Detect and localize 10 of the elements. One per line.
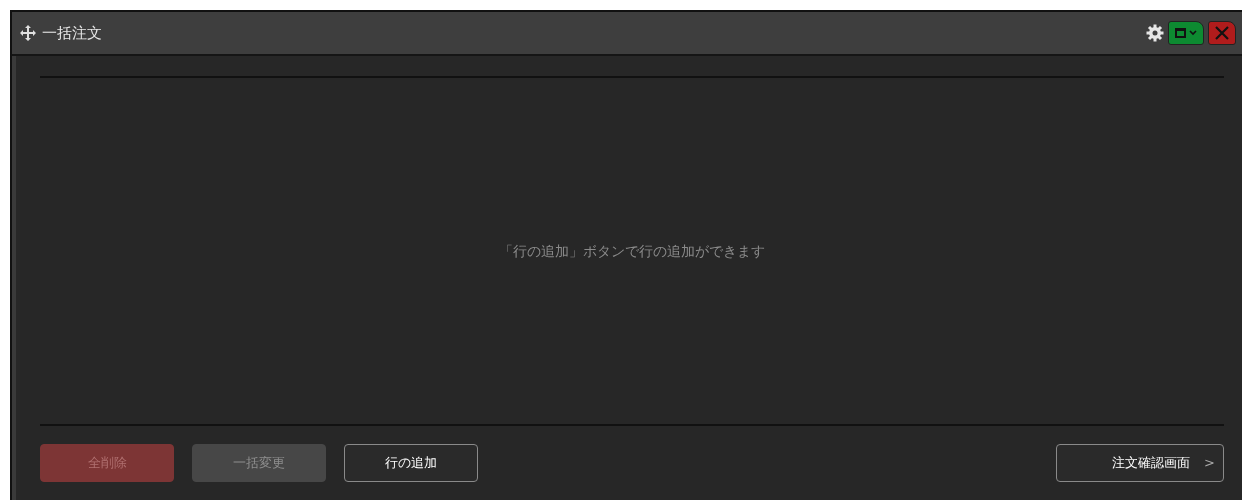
window-title: 一括注文 [42,22,102,44]
confirm-button[interactable]: 注文確認画面 > [1056,444,1224,482]
settings-icon[interactable] [1146,24,1164,42]
close-icon [1215,26,1229,40]
window-dropdown-icon [1174,27,1198,39]
window-mode-button[interactable] [1168,21,1204,45]
move-icon[interactable] [20,25,36,41]
close-button[interactable] [1208,21,1236,45]
action-button[interactable]: 行の追加 [344,444,478,482]
empty-message: 「行の追加」ボタンで行の追加ができます [499,241,765,261]
